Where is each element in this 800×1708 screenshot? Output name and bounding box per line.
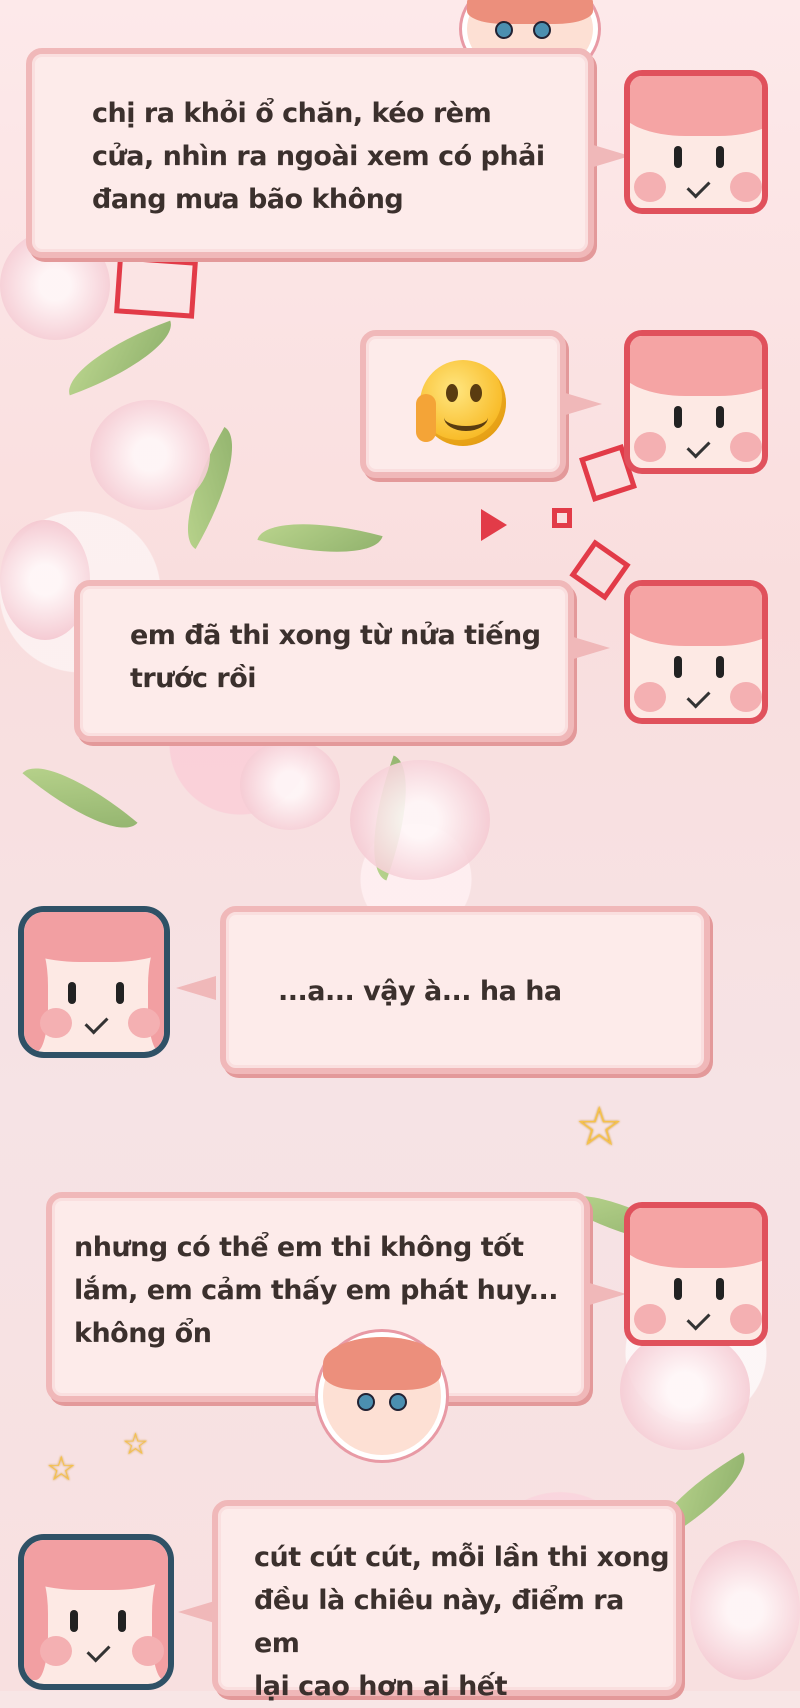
girl-avatar bbox=[18, 1534, 174, 1690]
message-text: chị ra khỏi ổ chăn, kéo rèm cửa, nhìn ra… bbox=[92, 98, 545, 215]
flower-decoration bbox=[350, 760, 490, 880]
message-text: nhưng có thể em thi không tốt lắm, em cả… bbox=[74, 1232, 558, 1349]
star-decoration: ☆ bbox=[46, 1449, 77, 1489]
triangle-decoration bbox=[481, 509, 507, 541]
flower-decoration bbox=[240, 740, 340, 830]
girl-avatar bbox=[18, 906, 170, 1058]
message-text: em đã thi xong từ nửa tiếng trước rồi bbox=[130, 620, 541, 694]
bubble-tail bbox=[570, 636, 610, 660]
chibi-boy-peach-sticker bbox=[318, 1332, 446, 1460]
boy-avatar bbox=[624, 70, 768, 214]
thinking-face-emoji bbox=[416, 360, 506, 446]
message-text: ...a... vậy à... ha ha bbox=[278, 976, 562, 1007]
star-decoration: ☆ bbox=[122, 1427, 149, 1462]
bubble-tail bbox=[586, 1282, 626, 1306]
flower-decoration bbox=[690, 1540, 800, 1680]
bubble-tail bbox=[176, 976, 216, 1000]
square-decoration bbox=[552, 508, 572, 528]
boy-avatar bbox=[624, 1202, 768, 1346]
bubble-tail bbox=[562, 392, 602, 416]
boy-avatar bbox=[624, 330, 768, 474]
boy-avatar bbox=[624, 580, 768, 724]
message-text: cút cút cút, mỗi lần thi xong đều là chi… bbox=[254, 1542, 670, 1702]
star-decoration: ☆ bbox=[575, 1095, 624, 1158]
square-decoration bbox=[114, 255, 198, 319]
flower-decoration bbox=[90, 400, 210, 510]
flower-decoration bbox=[620, 1330, 750, 1450]
